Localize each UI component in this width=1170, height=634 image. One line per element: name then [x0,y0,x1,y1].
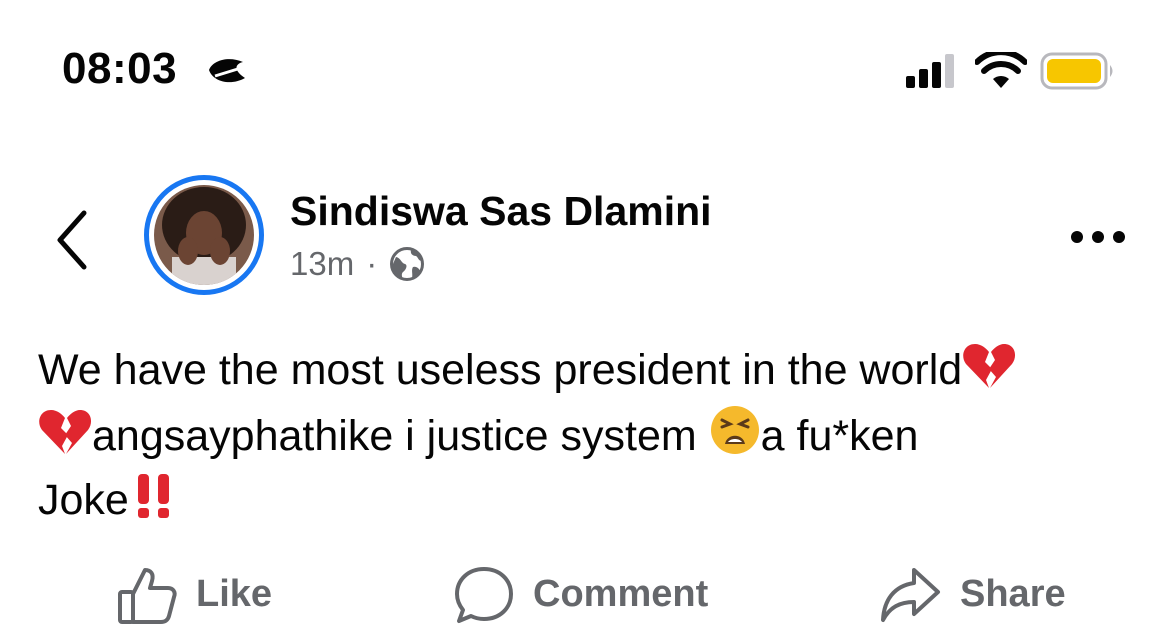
avatar-story-ring[interactable] [144,175,264,295]
post-text-line3: Joke [38,476,129,524]
wifi-icon [974,49,1028,95]
comment-button[interactable]: Comment [453,555,708,634]
post-action-bar: Like Comment Share [0,555,1170,634]
post-text-line1: We have the most useless president in th… [38,346,963,394]
post-time[interactable]: 13m [290,245,354,283]
sleep-focus-icon [205,56,249,93]
battery-icon [1040,52,1116,95]
share-button[interactable]: Share [880,555,1066,634]
cellular-signal-icon [906,54,962,93]
post-text-line2a: angsayphathike i justice system [92,412,709,460]
broken-heart-emoji [962,342,1016,404]
double-exclamation-emoji [129,470,179,534]
back-button[interactable] [48,205,98,275]
comment-bubble-icon [455,566,513,623]
thumbs-up-icon [118,567,177,624]
chevron-left-icon [57,210,87,270]
weary-face-emoji [709,404,761,470]
post-body: We have the most useless president in th… [38,342,1138,534]
like-button[interactable]: Like [116,555,272,634]
avatar[interactable] [154,185,254,285]
status-bar: 08:03 [0,0,1170,150]
meta-separator: · [366,245,378,282]
author-name[interactable]: Sindiswa Sas Dlamini [290,188,712,235]
more-options-button[interactable] [1065,225,1131,249]
post-text-line2b: a fu*ken [760,412,919,460]
status-time: 08:03 [62,44,178,93]
share-arrow-icon [881,567,940,622]
like-label: Like [196,573,273,615]
comment-label: Comment [533,573,709,615]
post-header: Sindiswa Sas Dlamini 13m · [0,160,1170,320]
share-label: Share [960,573,1066,615]
globe-icon [389,246,425,282]
broken-heart-emoji [38,408,92,470]
ellipsis-icon [1071,231,1125,243]
post-meta: 13m · [290,244,425,284]
